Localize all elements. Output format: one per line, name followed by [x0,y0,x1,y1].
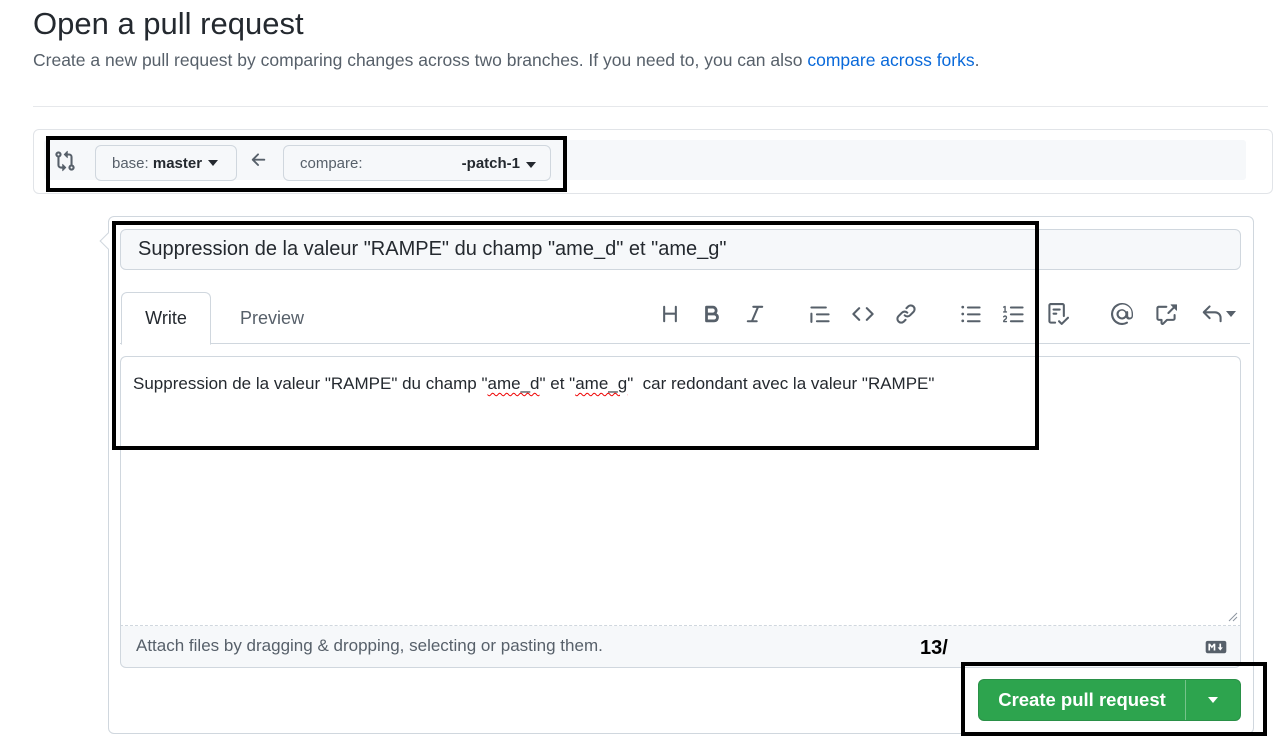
base-branch-name: master [152,154,203,172]
italic-icon[interactable] [741,300,769,328]
chevron-down-icon [1208,697,1218,703]
body-text: " car redondant avec la valeur "RAMPE" [627,374,935,393]
compare-branch-select[interactable]: compare: -patch-1 [283,145,551,181]
heading-icon[interactable] [656,300,684,328]
pr-body-textarea[interactable]: Suppression de la valeur "RAMPE" du cham… [120,356,1241,626]
body-text: Suppression de la valeur "RAMPE" du cham… [133,374,488,393]
link-icon[interactable] [892,300,920,328]
pr-title-input[interactable]: Suppression de la valeur "RAMPE" du cham… [120,229,1241,270]
quote-icon[interactable] [806,300,834,328]
tab-write[interactable]: Write [121,292,211,345]
compare-across-forks-link[interactable]: compare across forks [807,50,974,70]
attach-files-text: Attach files by dragging & dropping, sel… [136,636,603,655]
bulleted-list-icon[interactable] [957,300,985,328]
body-text: " et " [539,374,576,393]
annotation-label: 13/ [920,637,948,659]
create-pull-request-group: Create pull request [978,679,1241,721]
chevron-down-icon [526,161,536,168]
tab-preview[interactable]: Preview [226,292,318,344]
create-options-dropdown[interactable] [1186,680,1240,720]
page-title: Open a pull request [33,6,304,41]
resize-handle-icon[interactable] [1226,609,1238,622]
header-divider [33,106,1268,107]
base-prefix: base: [112,154,149,172]
attach-files-bar[interactable]: Attach files by dragging & dropping, sel… [120,626,1241,668]
base-branch-select[interactable]: base: master [95,145,237,181]
task-list-icon[interactable] [1044,300,1072,328]
page-subtitle: Create a new pull request by comparing c… [33,48,980,72]
body-misspelled-word: ame_g [575,374,628,393]
subtitle-suffix: . [974,50,980,70]
subtitle-text: Create a new pull request by comparing c… [33,50,808,70]
git-compare-icon [54,150,76,172]
markdown-icon[interactable] [1205,640,1227,654]
bold-icon[interactable] [698,300,726,328]
compare-prefix: compare: [300,154,363,172]
cross-reference-icon[interactable] [1152,300,1180,328]
chevron-down-icon [208,160,219,166]
create-pull-request-button[interactable]: Create pull request [979,680,1185,720]
saved-replies-icon[interactable] [1196,300,1240,328]
numbered-list-icon[interactable] [1000,300,1028,328]
code-icon[interactable] [849,300,877,328]
mention-icon[interactable] [1108,300,1136,328]
chevron-down-icon [1225,311,1236,317]
body-misspelled-word: ame_d [487,374,540,393]
compare-branch-name: -patch-1 [461,154,520,172]
arrow-left-icon [249,150,269,170]
